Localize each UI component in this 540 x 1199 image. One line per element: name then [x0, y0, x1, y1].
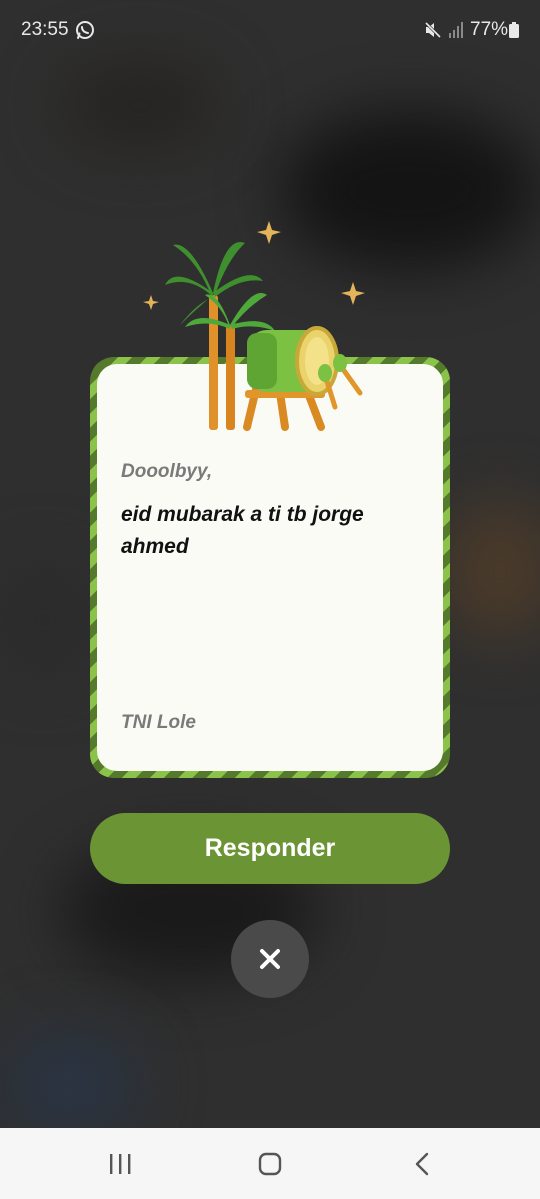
signal-icon [449, 22, 463, 38]
card-signature: TNI Lole [121, 712, 196, 733]
card-message: eid mubarak a ti tb jorge ahmed [121, 503, 364, 558]
back-icon[interactable] [412, 1152, 432, 1176]
home-icon[interactable] [258, 1152, 282, 1176]
recents-icon[interactable] [107, 1153, 133, 1175]
close-button[interactable] [231, 920, 309, 998]
battery-percent: 77% [470, 19, 509, 40]
status-time: 23:55 [21, 19, 69, 40]
mute-icon [424, 21, 442, 39]
reply-button[interactable]: Responder [90, 813, 450, 884]
card-greeting: Dooolbyy, [121, 461, 213, 482]
whatsapp-icon [76, 21, 94, 39]
battery-icon [509, 22, 519, 38]
close-icon [260, 949, 280, 969]
eid-illustration [143, 221, 365, 431]
navigation-bar [0, 1128, 540, 1199]
status-bar: 23:55 77% [0, 0, 540, 60]
